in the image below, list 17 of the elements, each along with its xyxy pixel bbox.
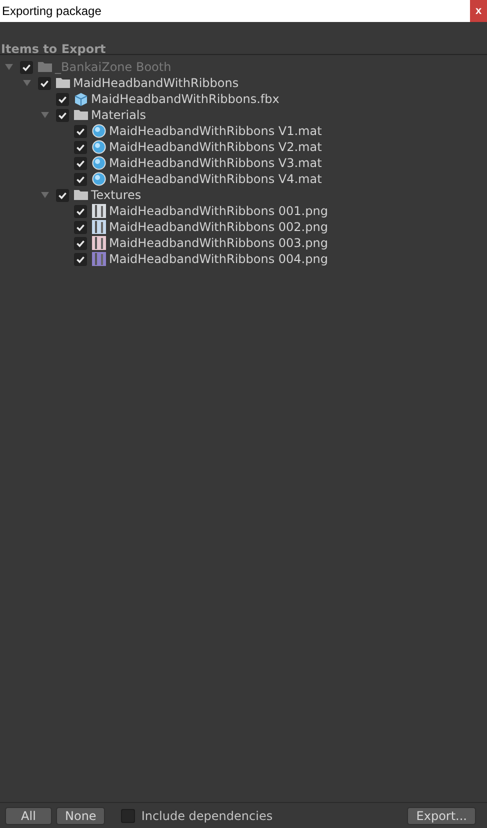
select-all-button[interactable]: All (5, 806, 52, 824)
sphere-icon (92, 156, 106, 170)
checkbox[interactable] (121, 808, 136, 822)
close-button[interactable]: x (470, 0, 487, 22)
export-button[interactable]: Export... (407, 806, 476, 824)
cube-icon (74, 92, 88, 106)
folder-icon (74, 188, 88, 202)
window-title: Exporting package (1, 4, 102, 18)
folder-icon (38, 60, 52, 74)
sphere-icon (92, 172, 106, 186)
folder-icon (74, 108, 88, 122)
sphere-icon (92, 140, 106, 154)
select-none-button[interactable]: None (56, 806, 106, 824)
section-title: Items to Export (0, 22, 487, 55)
sphere-icon (92, 124, 106, 138)
checkbox-label: Include dependencies (141, 808, 273, 822)
folder-icon (56, 76, 70, 90)
